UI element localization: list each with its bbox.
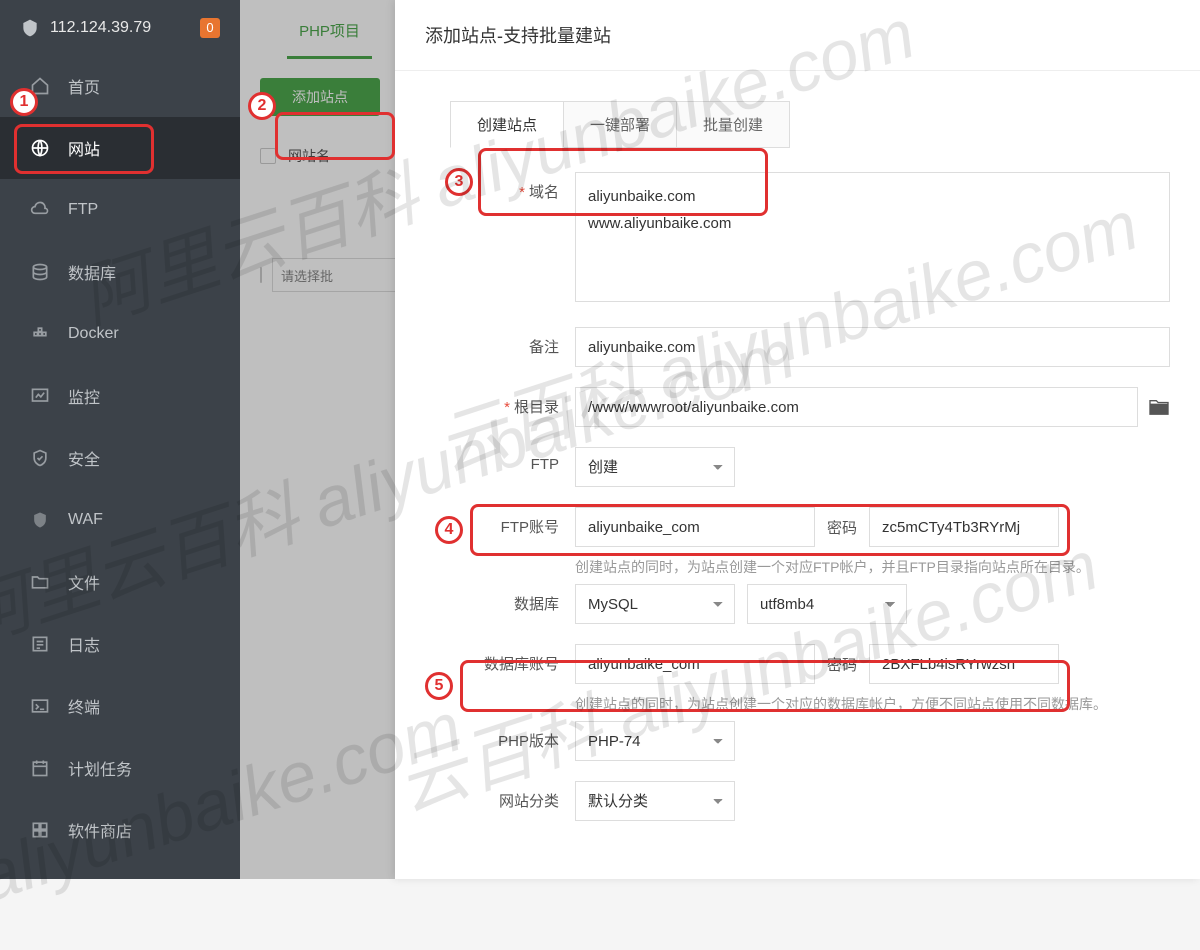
label-ftp-password: 密码 — [827, 517, 857, 538]
sidebar-item-ftp[interactable]: FTP — [0, 179, 240, 241]
notification-badge[interactable]: 0 — [200, 18, 220, 38]
sidebar-item-label: 文件 — [68, 570, 100, 594]
sidebar-item-label: WAF — [68, 511, 103, 529]
sidebar-item-appstore[interactable]: 软件商店 — [0, 799, 240, 861]
sidebar-item-label: 监控 — [68, 384, 100, 408]
row-database: 数据库 MySQL utf8mb4 — [395, 584, 1170, 624]
row-root: *根目录 — [395, 387, 1170, 427]
sidebar-item-terminal[interactable]: 终端 — [0, 675, 240, 737]
database-icon — [30, 262, 50, 282]
label-php-version: PHP版本 — [498, 733, 559, 750]
cloud-icon — [30, 200, 50, 220]
waf-icon — [30, 510, 50, 530]
mode-tabs: 创建站点 一键部署 批量创建 — [451, 101, 1200, 148]
tab-batch-create[interactable]: 批量创建 — [676, 101, 790, 148]
annotation-2: 2 — [248, 92, 276, 120]
annotation-3: 3 — [445, 168, 473, 196]
domain-textarea[interactable] — [575, 172, 1170, 302]
sidebar-item-label: 安全 — [68, 446, 100, 470]
terminal-icon — [30, 696, 50, 716]
sidebar-item-cron[interactable]: 计划任务 — [0, 737, 240, 799]
row-php-version: PHP版本 PHP-74 — [395, 721, 1170, 761]
sidebar-item-label: 软件商店 — [68, 818, 132, 842]
calendar-icon — [30, 758, 50, 778]
root-dir-input[interactable] — [575, 387, 1138, 427]
site-form: *域名 备注 *根目录 FTP 创建 FTP账号 密码 — [395, 172, 1200, 821]
monitor-icon — [30, 386, 50, 406]
row-site-category: 网站分类 默认分类 — [395, 781, 1170, 821]
sidebar-item-label: 网站 — [68, 136, 100, 160]
annotation-1: 1 — [10, 88, 38, 116]
db-password-input[interactable] — [869, 644, 1059, 684]
sidebar-header: 112.124.39.79 0 — [0, 0, 240, 55]
site-category-select[interactable]: 默认分类 — [575, 781, 735, 821]
sidebar-item-label: 计划任务 — [68, 756, 132, 780]
annotation-4: 4 — [435, 516, 463, 544]
sidebar-item-label: FTP — [68, 201, 98, 219]
label-database: 数据库 — [514, 596, 559, 613]
row-domain: *域名 — [395, 172, 1170, 307]
browse-folder-icon[interactable] — [1148, 398, 1170, 416]
db-user-input[interactable] — [575, 644, 815, 684]
row-db-account: 数据库账号 密码 创建站点的同时，为站点创建一个对应的数据库帐户，方便不同站点使… — [395, 644, 1170, 715]
db-type-select[interactable]: MySQL — [575, 584, 735, 624]
row-remark: 备注 — [395, 327, 1170, 367]
label-remark: 备注 — [529, 339, 559, 356]
tab-create-site[interactable]: 创建站点 — [450, 101, 564, 148]
label-site-category: 网站分类 — [499, 793, 559, 810]
ftp-password-input[interactable] — [869, 507, 1059, 547]
row-ftp-account: FTP账号 密码 创建站点的同时，为站点创建一个对应FTP帐户，并且FTP目录指… — [395, 507, 1170, 578]
label-ftp: FTP — [531, 456, 559, 473]
label-db-password: 密码 — [827, 654, 857, 675]
folder-icon — [30, 572, 50, 592]
sidebar-item-docker[interactable]: Docker — [0, 303, 240, 365]
label-domain: 域名 — [529, 184, 559, 201]
sidebar-item-files[interactable]: 文件 — [0, 551, 240, 613]
ftp-user-input[interactable] — [575, 507, 815, 547]
sidebar-item-label: 首页 — [68, 74, 100, 98]
globe-icon — [30, 138, 50, 158]
label-ftp-account: FTP账号 — [501, 519, 559, 536]
log-icon — [30, 634, 50, 654]
sidebar: 112.124.39.79 0 首页 网站 FTP 数据库 Docker 监控 … — [0, 0, 240, 879]
label-db-account: 数据库账号 — [484, 656, 559, 673]
annotation-5: 5 — [425, 672, 453, 700]
docker-icon — [30, 324, 50, 344]
ftp-help-text: 创建站点的同时，为站点创建一个对应FTP帐户，并且FTP目录指向站点所在目录。 — [575, 557, 1170, 578]
sidebar-item-label: Docker — [68, 325, 119, 343]
sidebar-item-security[interactable]: 安全 — [0, 427, 240, 489]
sidebar-item-label: 日志 — [68, 632, 100, 656]
tab-one-click-deploy[interactable]: 一键部署 — [563, 101, 677, 148]
db-charset-select[interactable]: utf8mb4 — [747, 584, 907, 624]
server-ip: 112.124.39.79 — [50, 19, 190, 37]
apps-icon — [30, 820, 50, 840]
sidebar-item-monitor[interactable]: 监控 — [0, 365, 240, 427]
modal-title: 添加站点-支持批量建站 — [395, 0, 1200, 71]
remark-input[interactable] — [575, 327, 1170, 367]
sidebar-item-waf[interactable]: WAF — [0, 489, 240, 551]
sidebar-item-label: 终端 — [68, 694, 100, 718]
add-site-modal: 添加站点-支持批量建站 创建站点 一键部署 批量创建 *域名 备注 *根目录 F… — [395, 0, 1200, 879]
sidebar-item-database[interactable]: 数据库 — [0, 241, 240, 303]
ftp-mode-select[interactable]: 创建 — [575, 447, 735, 487]
shield2-icon — [30, 448, 50, 468]
sidebar-item-label: 数据库 — [68, 260, 116, 284]
shield-icon — [20, 17, 40, 39]
row-ftp: FTP 创建 — [395, 447, 1170, 487]
sidebar-item-website[interactable]: 网站 — [0, 117, 240, 179]
label-root: 根目录 — [514, 399, 559, 416]
db-help-text: 创建站点的同时，为站点创建一个对应的数据库帐户，方便不同站点使用不同数据库。 — [575, 694, 1170, 715]
sidebar-item-logs[interactable]: 日志 — [0, 613, 240, 675]
php-version-select[interactable]: PHP-74 — [575, 721, 735, 761]
